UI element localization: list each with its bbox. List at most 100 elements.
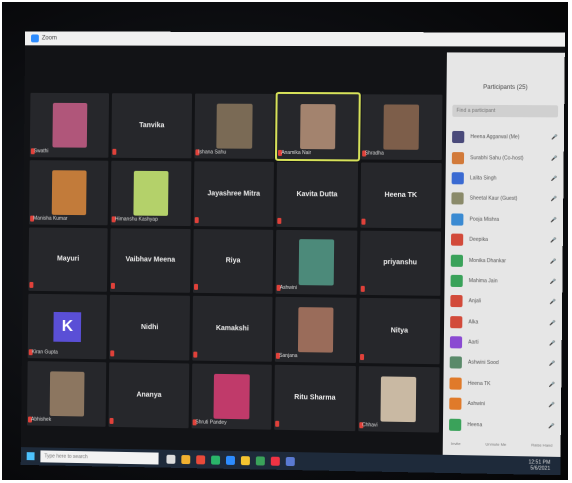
participant-row[interactable]: Ashwini 🎤 [443, 394, 561, 416]
participant-row[interactable]: Alka 🎤 [444, 311, 562, 333]
tile-name-label: Manisha Kumar [33, 215, 67, 221]
app-green-icon[interactable] [256, 456, 265, 465]
participant-name: Pooja Mishra [469, 216, 550, 223]
muted-mic-icon: 🎤 [549, 361, 555, 367]
muted-mic-icon [111, 351, 115, 357]
video-tile[interactable]: Ritu Sharma [274, 365, 355, 431]
video-tile[interactable]: Nidhi [110, 295, 190, 361]
participants-footer-button[interactable]: Unmute Me [485, 441, 506, 446]
video-tile[interactable]: Ashwini [276, 229, 357, 295]
zoom-taskbar-icon[interactable] [226, 455, 235, 464]
participant-row[interactable]: Mahima Jain 🎤 [444, 270, 562, 292]
participants-footer: Invite Unmute Me Raise Hand [443, 435, 561, 454]
app-blue-icon[interactable] [286, 456, 295, 465]
participant-avatar [450, 357, 462, 369]
participant-name: Monika Dhankar [469, 257, 550, 264]
video-tile[interactable]: Riya [193, 229, 274, 295]
video-tile[interactable]: Tanvika [112, 93, 192, 158]
windows-start-icon[interactable] [27, 452, 35, 460]
participant-row[interactable]: Heena 🎤 [443, 414, 561, 437]
video-tile[interactable]: Chhavi [358, 366, 440, 432]
participants-panel: Participants (25) Find a participant Hee… [443, 52, 565, 475]
file-explorer-icon[interactable] [181, 455, 190, 464]
tile-name-label: Shruti Pandey [195, 419, 226, 426]
tile-center-name: Mayuri [57, 256, 79, 263]
participant-video [217, 103, 253, 148]
folder-icon[interactable] [241, 456, 250, 465]
muted-mic-icon: 🎤 [550, 279, 556, 285]
participant-row[interactable]: Monika Dhankar 🎤 [445, 250, 563, 272]
muted-mic-icon [194, 284, 198, 290]
whatsapp-icon[interactable] [211, 455, 220, 464]
task-view-icon[interactable] [166, 454, 175, 463]
participant-avatar [452, 131, 464, 143]
video-tile[interactable]: Vaibhav Meena [110, 228, 190, 293]
participants-title: Participants (25) [446, 52, 564, 105]
participant-row[interactable]: Sheetal Kaur (Guest) 🎤 [445, 188, 563, 210]
video-tile[interactable]: Manisha Kumar [29, 160, 109, 225]
participant-row[interactable]: Lalita Singh 🎤 [445, 168, 563, 189]
video-tile[interactable]: Kamakshi [192, 296, 273, 362]
participant-row[interactable]: Aarti 🎤 [444, 332, 562, 354]
muted-mic-icon: 🎤 [550, 299, 556, 305]
participant-video [52, 103, 87, 148]
tile-name-label: Kiran Gupta [32, 349, 58, 355]
muted-mic-icon [111, 283, 115, 289]
muted-mic-icon: 🎤 [549, 320, 555, 326]
muted-mic-icon [360, 286, 364, 292]
participant-row[interactable]: Ashwini Sood 🎤 [444, 353, 562, 375]
muted-mic-icon: 🎤 [550, 258, 556, 264]
video-tile[interactable]: Nitya [359, 298, 441, 364]
system-clock[interactable]: 12:51 PM 5/6/2021 [528, 459, 560, 472]
video-tile[interactable]: Himanshu Kashyap [111, 161, 191, 226]
tile-name-label: Himanshu Kashyap [115, 216, 158, 222]
participant-avatar [451, 213, 463, 225]
video-tile[interactable]: Ananya [109, 363, 189, 429]
participant-row[interactable]: Heena TK 🎤 [443, 373, 561, 395]
tile-center-name: Riya [226, 258, 241, 265]
video-tile[interactable]: Abhishek [27, 361, 107, 427]
video-tile[interactable]: Sanjana [275, 297, 356, 363]
participant-avatar [449, 377, 461, 389]
video-tile[interactable]: Mayuri [28, 227, 108, 292]
video-tile[interactable]: K Kiran Gupta [28, 294, 108, 359]
video-tile[interactable]: Anamika Nair [277, 94, 358, 159]
participant-row[interactable]: Pooja Mishra 🎤 [445, 209, 563, 231]
participant-row[interactable]: Deepika 🎤 [445, 229, 563, 251]
tile-center-name: Vaibhav Meena [125, 257, 175, 265]
tile-name-label: Anamika Nair [281, 150, 311, 156]
participant-name: Sheetal Kaur (Guest) [470, 196, 551, 203]
tile-center-name: Jayashree Mitra [207, 190, 260, 197]
muted-mic-icon: 🎤 [549, 341, 555, 347]
tile-name-label: Swathi [34, 148, 49, 154]
participant-row[interactable]: Surabhi Sahu (Co-host) 🎤 [446, 147, 564, 168]
photo-frame: Zoom Swathi Tanvika Ishana Sahu Anamika Nai… [2, 2, 568, 480]
participant-name: Alka [468, 319, 549, 326]
video-tile[interactable]: Jayashree Mitra [193, 161, 274, 226]
participant-row[interactable]: Anjali 🎤 [444, 291, 562, 313]
muted-mic-icon: 🎤 [551, 217, 557, 223]
app-red-icon[interactable] [271, 456, 280, 465]
video-tile[interactable]: Shruti Pandey [191, 364, 272, 430]
participant-search-input[interactable]: Find a participant [452, 105, 558, 118]
chrome-icon[interactable] [196, 455, 205, 464]
participant-video [298, 239, 334, 285]
participant-video [300, 104, 336, 150]
video-tile[interactable]: Ishana Sahu [194, 94, 275, 159]
tile-center-name: Nidhi [141, 324, 158, 331]
tile-center-name: Kamakshi [216, 325, 249, 332]
participants-footer-button[interactable]: Invite [451, 441, 461, 446]
video-tile[interactable]: Shradha [361, 94, 443, 160]
participant-avatar [451, 275, 463, 287]
taskbar-search-input[interactable]: Type here to search [40, 450, 158, 464]
video-tile[interactable]: Heena TK [360, 162, 442, 228]
participant-avatar [450, 295, 462, 307]
video-tile[interactable]: Swathi [30, 93, 110, 158]
video-tile[interactable]: priyanshu [359, 230, 441, 296]
muted-mic-icon: 🎤 [550, 238, 556, 244]
video-tile[interactable]: Kavita Dutta [276, 162, 357, 228]
tile-center-name: Ananya [136, 392, 161, 399]
participant-video [49, 371, 84, 417]
participant-row[interactable]: Heena Aggarwal (Me) 🎤 [446, 127, 564, 148]
participants-footer-button[interactable]: Raise Hand [531, 442, 552, 447]
